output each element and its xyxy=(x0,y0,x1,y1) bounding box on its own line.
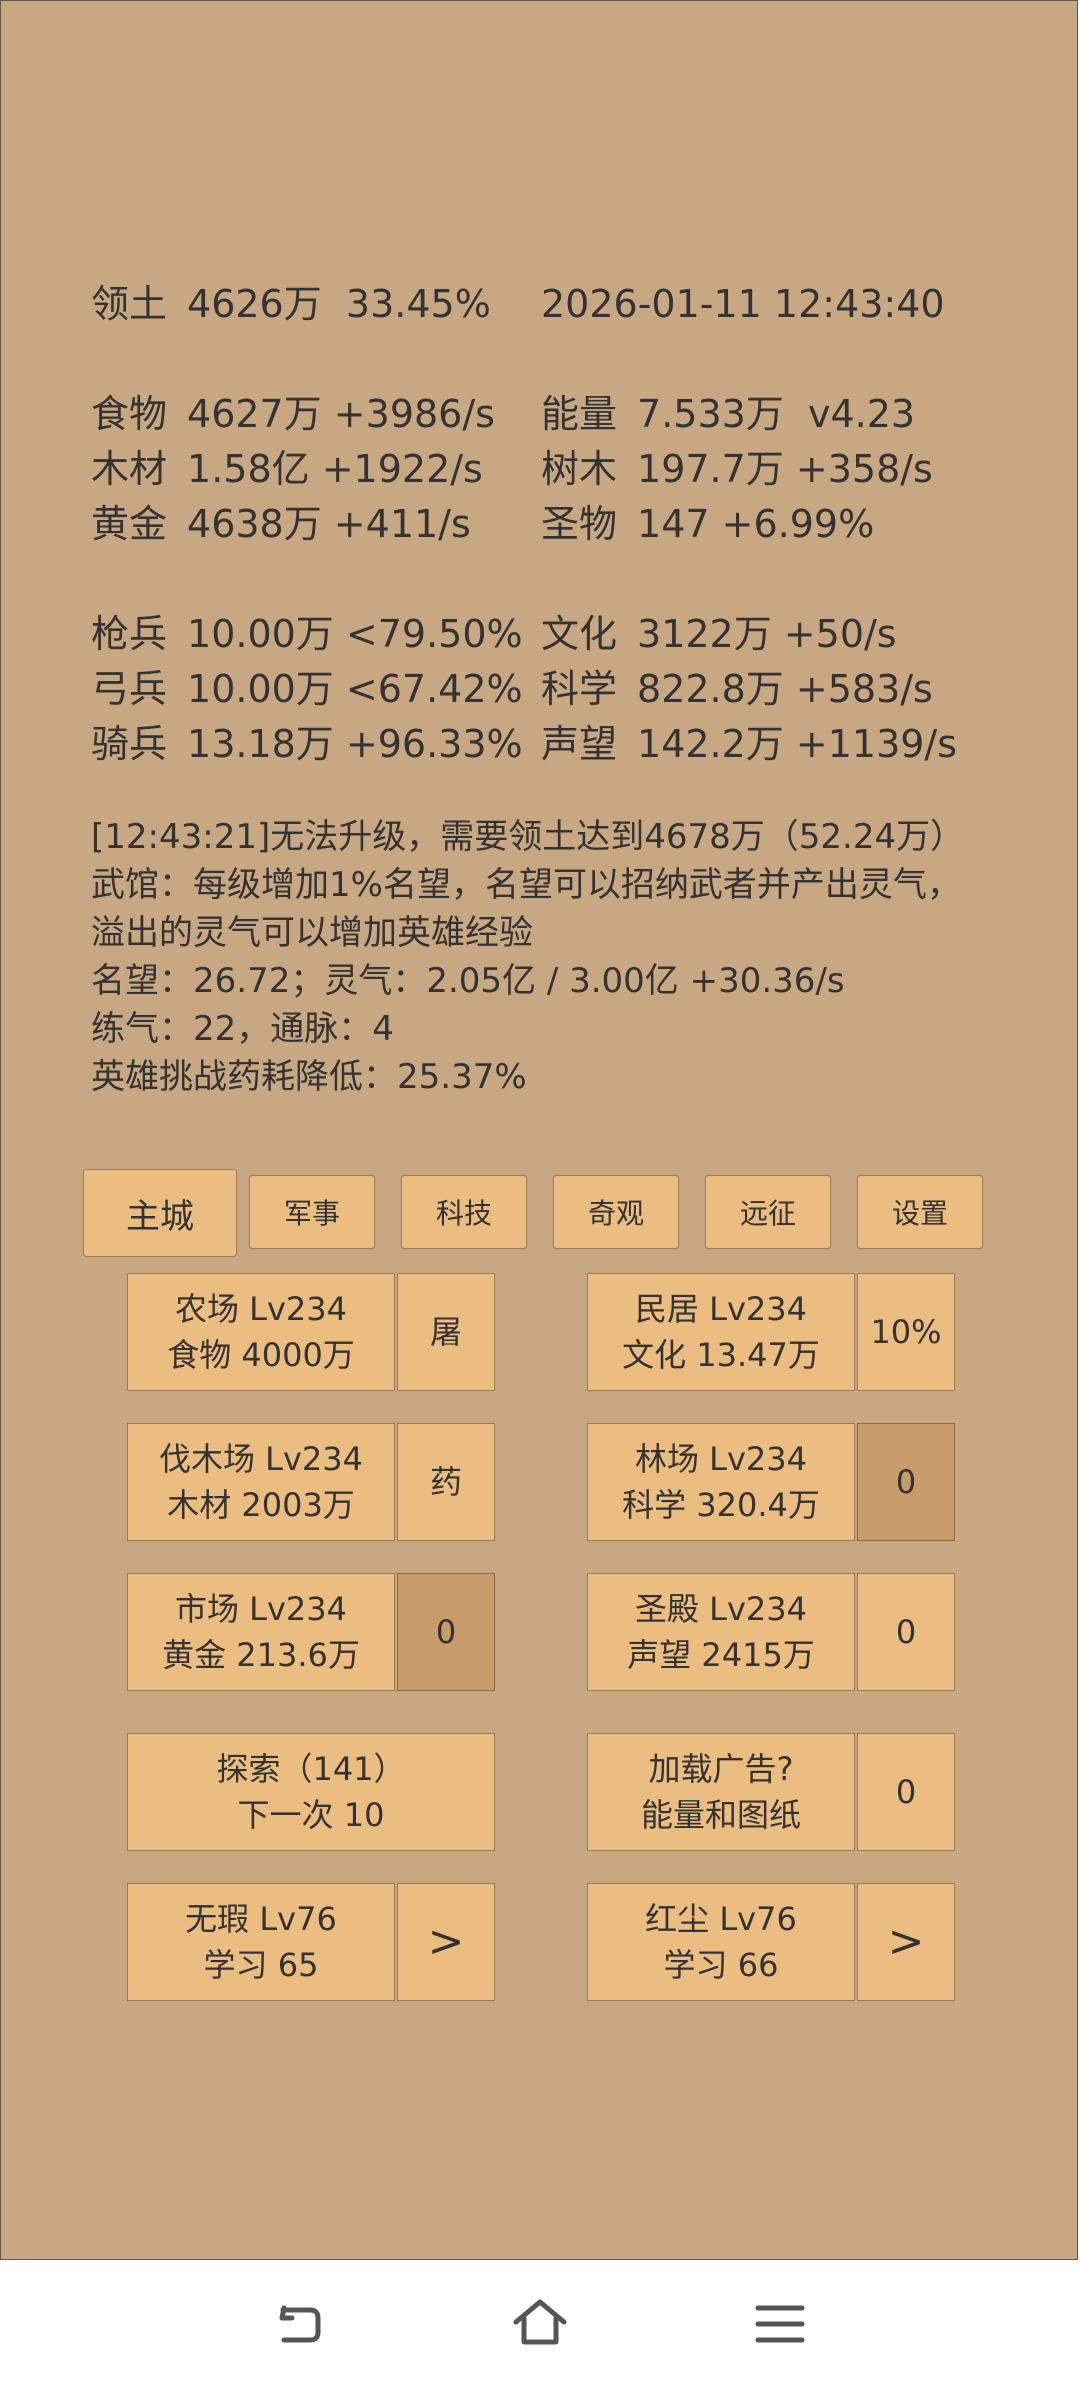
hero-study: 学习 65 xyxy=(203,1946,319,1984)
tab-wonder[interactable]: 奇观 xyxy=(553,1175,679,1249)
home-icon[interactable] xyxy=(510,2294,570,2354)
lumber-upgrade-button[interactable]: 伐木场 Lv234 木材 2003万 xyxy=(127,1423,395,1541)
explore-label: 探索（141） xyxy=(216,1750,406,1788)
ad-label: 加载广告? xyxy=(648,1750,794,1788)
menu-icon[interactable] xyxy=(750,2294,810,2354)
stat-value: 4627万 +3986/s xyxy=(187,392,495,436)
temple-action-button[interactable]: 0 xyxy=(857,1573,955,1691)
building-output: 木材 2003万 xyxy=(167,1486,355,1524)
hero-study: 学习 66 xyxy=(663,1946,779,1984)
tab-military[interactable]: 军事 xyxy=(249,1175,375,1249)
building-name: 伐木场 Lv234 xyxy=(158,1440,364,1478)
stat-value: 147 +6.99% xyxy=(637,502,875,546)
stat-value: 13.18万 +96.33% xyxy=(187,722,523,766)
temple-upgrade-button[interactable]: 圣殿 Lv234 声望 2415万 xyxy=(587,1573,855,1691)
stat-value: 1.58亿 +1922/s xyxy=(187,447,483,491)
log-line: 武馆：每级增加1%名望，名望可以招纳武者并产出灵气， xyxy=(91,865,961,905)
tab-tech[interactable]: 科技 xyxy=(401,1175,527,1249)
building-output: 声望 2415万 xyxy=(627,1636,815,1674)
game-screen: 领土 4626万 33.45% 2026-01-11 12:43:40 食物 462… xyxy=(0,0,1078,2260)
stat-datetime: 2026-01-11 12:43:40 xyxy=(541,279,945,329)
stat-label: 领土 xyxy=(91,282,168,326)
stat-food: 食物 4627万 +3986/s xyxy=(91,389,495,439)
market-action-button[interactable]: 0 xyxy=(397,1573,495,1691)
stat-value: 10.00万 <79.50% xyxy=(187,612,523,656)
building-output: 科学 320.4万 xyxy=(622,1486,820,1524)
hero-hongchen-button[interactable]: 红尘 Lv76 学习 66 xyxy=(587,1883,855,2001)
lumber-action-button[interactable]: 药 xyxy=(397,1423,495,1541)
stat-spear: 枪兵 10.00万 <79.50% xyxy=(91,609,523,659)
stat-label: 声望 xyxy=(541,722,618,766)
stat-label: 树木 xyxy=(541,447,618,491)
ad-reward: 能量和图纸 xyxy=(640,1796,801,1834)
message-log: [12:43:21]无法升级，需要领土达到4678万（52.24万） 武馆：每级… xyxy=(91,813,1051,1101)
back-icon[interactable] xyxy=(270,2294,330,2354)
log-line: 溢出的灵气可以增加英雄经验 xyxy=(91,913,533,953)
forest-upgrade-button[interactable]: 林场 Lv234 科学 320.4万 xyxy=(587,1423,855,1541)
load-ad-button[interactable]: 加载广告? 能量和图纸 xyxy=(587,1733,855,1851)
stat-label: 文化 xyxy=(541,612,618,656)
hero-name: 无瑕 Lv76 xyxy=(185,1900,337,1938)
stat-label: 木材 xyxy=(91,447,168,491)
house-upgrade-button[interactable]: 民居 Lv234 文化 13.47万 xyxy=(587,1273,855,1391)
log-line: 英雄挑战药耗降低：25.37% xyxy=(91,1057,527,1097)
stat-value: 10.00万 <67.42% xyxy=(187,667,523,711)
stat-territory: 领土 4626万 33.45% xyxy=(91,279,491,329)
stat-value: 3122万 +50/s xyxy=(637,612,897,656)
building-name: 民居 Lv234 xyxy=(634,1290,808,1328)
stat-label: 圣物 xyxy=(541,502,618,546)
stat-value: 4638万 +411/s xyxy=(187,502,471,546)
stat-label: 科学 xyxy=(541,667,618,711)
stat-label: 骑兵 xyxy=(91,722,168,766)
log-line: 练气：22，通脉：4 xyxy=(91,1009,394,1049)
stat-value: 197.7万 +358/s xyxy=(637,447,933,491)
stat-label: 食物 xyxy=(91,392,168,436)
stat-gold: 黄金 4638万 +411/s xyxy=(91,499,471,549)
stat-relic: 圣物 147 +6.99% xyxy=(541,499,874,549)
hero-hongchen-next-button[interactable]: > xyxy=(857,1883,955,2001)
building-output: 文化 13.47万 xyxy=(622,1336,820,1374)
house-action-button[interactable]: 10% xyxy=(857,1273,955,1391)
building-output: 黄金 213.6万 xyxy=(162,1636,360,1674)
forest-action-button[interactable]: 0 xyxy=(857,1423,955,1541)
stat-archer: 弓兵 10.00万 <67.42% xyxy=(91,664,523,714)
stat-science: 科学 822.8万 +583/s xyxy=(541,664,933,714)
hero-wuxia-button[interactable]: 无瑕 Lv76 学习 65 xyxy=(127,1883,395,2001)
stat-value: 822.8万 +583/s xyxy=(637,667,933,711)
system-nav-bar xyxy=(0,2260,1080,2388)
explore-button[interactable]: 探索（141） 下一次 10 xyxy=(127,1733,495,1851)
tab-main-city[interactable]: 主城 xyxy=(83,1169,237,1257)
tab-settings[interactable]: 设置 xyxy=(857,1175,983,1249)
building-name: 市场 Lv234 xyxy=(174,1590,348,1628)
log-line: 名望：26.72；灵气：2.05亿 / 3.00亿 +30.36/s xyxy=(91,961,845,1001)
stat-value: 7.533万 v4.23 xyxy=(637,392,916,436)
stat-trees: 树木 197.7万 +358/s xyxy=(541,444,933,494)
stat-energy: 能量 7.533万 v4.23 xyxy=(541,389,915,439)
stat-wood: 木材 1.58亿 +1922/s xyxy=(91,444,483,494)
farm-upgrade-button[interactable]: 农场 Lv234 食物 4000万 xyxy=(127,1273,395,1391)
explore-next: 下一次 10 xyxy=(237,1796,385,1834)
building-name: 圣殿 Lv234 xyxy=(634,1590,808,1628)
log-line: [12:43:21]无法升级，需要领土达到4678万（52.24万） xyxy=(91,817,965,857)
building-name: 林场 Lv234 xyxy=(634,1440,808,1478)
stat-value: 142.2万 +1139/s xyxy=(637,722,958,766)
stat-cavalry: 骑兵 13.18万 +96.33% xyxy=(91,719,523,769)
stat-label: 弓兵 xyxy=(91,667,168,711)
building-name: 农场 Lv234 xyxy=(174,1290,348,1328)
stat-label: 能量 xyxy=(541,392,618,436)
building-output: 食物 4000万 xyxy=(167,1336,355,1374)
ad-count-button[interactable]: 0 xyxy=(857,1733,955,1851)
stat-label: 黄金 xyxy=(91,502,168,546)
tab-expedition[interactable]: 远征 xyxy=(705,1175,831,1249)
farm-action-button[interactable]: 屠 xyxy=(397,1273,495,1391)
market-upgrade-button[interactable]: 市场 Lv234 黄金 213.6万 xyxy=(127,1573,395,1691)
stat-value: 4626万 xyxy=(187,282,322,326)
stat-label: 枪兵 xyxy=(91,612,168,656)
hero-name: 红尘 Lv76 xyxy=(645,1900,797,1938)
stat-percent: 33.45% xyxy=(345,282,491,326)
stat-fame: 声望 142.2万 +1139/s xyxy=(541,719,957,769)
datetime-text: 2026-01-11 12:43:40 xyxy=(541,282,945,326)
stat-culture: 文化 3122万 +50/s xyxy=(541,609,897,659)
hero-wuxia-next-button[interactable]: > xyxy=(397,1883,495,2001)
